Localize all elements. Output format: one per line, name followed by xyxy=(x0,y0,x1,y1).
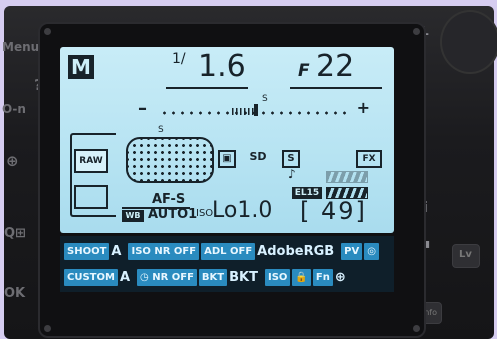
wb-label: WB xyxy=(122,210,144,222)
info-display: M 1/ 1.6 F 22 – S + RAW S ▣ SD S FX ♪ EL… xyxy=(60,47,394,233)
shutter-speed: 1.6 xyxy=(198,49,246,84)
ok-button[interactable]: OK xyxy=(4,286,25,301)
custom-settings-bank-badge[interactable]: CUSTOM xyxy=(64,268,118,286)
shooting-menu-bank-badge[interactable]: SHOOT xyxy=(64,242,110,260)
menu-button[interactable]: Menu xyxy=(2,40,39,54)
active-d-lighting-badge[interactable]: ADL OFF xyxy=(201,242,256,260)
exposure-mode: M xyxy=(68,55,94,79)
meter-plus: + xyxy=(356,98,370,117)
lv-label: Lv xyxy=(459,249,472,260)
zoom-in-button[interactable]: ⊕ xyxy=(6,152,19,170)
af-mode: AF-S xyxy=(152,192,186,207)
af-on-badge[interactable]: ◎ xyxy=(364,242,379,260)
meter-center xyxy=(254,104,258,116)
info-row-2: CUSTOM A ◷ NR OFF BKT BKT ISO 🔒 Fn ⊕ xyxy=(64,266,353,288)
protect-button[interactable]: O-n xyxy=(2,102,26,116)
card-slot-1-raw: RAW xyxy=(74,149,108,173)
af-s-mark: S xyxy=(158,125,164,135)
shutter-underline xyxy=(166,87,248,89)
fx-format: FX xyxy=(356,150,382,168)
aperture-underline xyxy=(290,87,382,89)
high-iso-nr-badge[interactable]: ISO NR OFF xyxy=(128,242,200,260)
bkt-value[interactable]: BKT xyxy=(229,270,258,285)
long-exposure-nr-badge[interactable]: ◷ NR OFF xyxy=(137,268,197,286)
dial-knob[interactable] xyxy=(440,10,497,74)
info-settings-panel: SHOOT A ISO NR OFF ADL OFF AdobeRGB PV ◎… xyxy=(60,236,394,292)
area-mode-icon: SD xyxy=(249,150,267,163)
card-slot-2 xyxy=(74,185,108,209)
metering-icon: ▣ xyxy=(218,150,236,168)
aperture-prefix: F xyxy=(298,61,310,81)
af-point-grid: S xyxy=(126,125,214,183)
aperture-value: 22 xyxy=(316,49,355,84)
target-icon[interactable]: ⊕ xyxy=(335,270,346,285)
info-row-1: SHOOT A ISO NR OFF ADL OFF AdobeRGB PV ◎ xyxy=(64,240,381,262)
wb-value: AUTO1 xyxy=(148,207,198,222)
shooting-menu-bank-value[interactable]: A xyxy=(111,244,121,259)
iso-label: ISO xyxy=(196,208,214,219)
single-shot-icon: S xyxy=(282,150,300,168)
beep-icon: ♪ xyxy=(288,167,296,181)
meter-minus: – xyxy=(138,98,147,119)
lv-button[interactable]: Lv xyxy=(452,244,480,268)
bkt-badge[interactable]: BKT xyxy=(198,268,228,286)
meter-s: S xyxy=(262,94,268,104)
zoom-out-button[interactable]: Q⊞ xyxy=(4,226,26,241)
color-space-value[interactable]: AdobeRGB xyxy=(257,244,334,259)
memory-card-slots: RAW xyxy=(70,133,116,217)
camera-battery xyxy=(326,171,368,183)
shutter-numerator: 1/ xyxy=(172,51,186,67)
iso-value: Lo1.0 xyxy=(212,198,273,223)
custom-settings-bank-value[interactable]: A xyxy=(120,270,130,285)
preview-button-badge[interactable]: PV xyxy=(341,242,363,260)
exposure-meter: – S + xyxy=(138,94,370,122)
iso-button-badge[interactable]: ISO xyxy=(264,268,291,286)
lock-icon[interactable]: 🔒 xyxy=(292,268,311,286)
meter-bar xyxy=(232,108,254,115)
fn-button-badge[interactable]: Fn xyxy=(312,268,333,286)
shots-remaining: [ 49] xyxy=(300,197,367,225)
